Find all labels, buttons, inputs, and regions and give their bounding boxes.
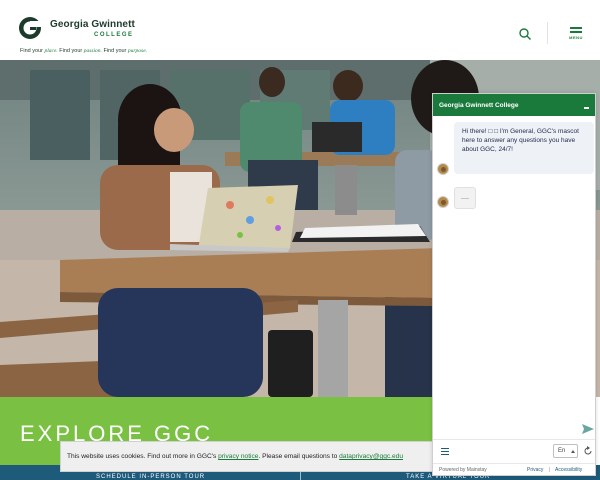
chat-message-text: Hi there! □ □ I'm General, GGC's mascot … [462, 128, 579, 153]
chat-widget: Georgia Gwinnett College Hi there! □ □ I… [432, 93, 596, 476]
chat-title: Georgia Gwinnett College [439, 102, 519, 109]
powered-by[interactable]: Powered by Mainstay [439, 467, 487, 473]
chat-header[interactable]: Georgia Gwinnett College [433, 94, 595, 116]
tagline: Find your place. Find your passion. Find… [20, 48, 148, 54]
menu-label: MENU [569, 35, 583, 40]
chat-menu-icon[interactable] [441, 448, 449, 455]
mascot-avatar-icon [437, 163, 449, 175]
dataprivacy-email-link[interactable]: dataprivacy@ggc.edu [339, 453, 403, 460]
refresh-icon[interactable] [583, 446, 593, 456]
typing-dots [461, 198, 469, 199]
accessibility-link[interactable]: Accessibility [555, 467, 582, 473]
ggc-logo-icon[interactable] [18, 16, 46, 40]
caret-up-icon [571, 450, 575, 453]
site-header: Georgia Gwinnett COLLEGE Find your place… [0, 0, 600, 60]
language-value: En [558, 448, 566, 454]
chat-footer: Powered by Mainstay Privacy | Accessibil… [433, 463, 595, 475]
menu-button[interactable]: MENU [566, 27, 586, 43]
cookie-banner: This website uses cookies. Find out more… [60, 441, 434, 472]
logo-college: COLLEGE [94, 32, 134, 38]
footer-separator: | [549, 467, 551, 473]
chat-message-bubble: Hi there! □ □ I'm General, GGC's mascot … [454, 122, 594, 174]
chat-input[interactable] [433, 439, 595, 440]
logo-name[interactable]: Georgia Gwinnett [50, 19, 135, 30]
minimize-icon[interactable] [584, 107, 589, 109]
search-icon[interactable] [518, 27, 532, 41]
chat-privacy-link[interactable]: Privacy [527, 467, 543, 473]
language-select[interactable]: En [553, 444, 578, 458]
schedule-tour-link[interactable]: SCHEDULE IN-PERSON TOUR [96, 474, 205, 480]
menu-icon-bar [570, 31, 582, 33]
typing-indicator [454, 187, 476, 209]
send-icon[interactable] [582, 423, 594, 435]
mascot-avatar-icon-2 [437, 196, 449, 208]
privacy-notice-link[interactable]: privacy notice [218, 453, 258, 460]
menu-icon [570, 27, 582, 29]
header-divider [547, 22, 548, 44]
cookie-text: This website uses cookies. Find out more… [67, 453, 404, 460]
